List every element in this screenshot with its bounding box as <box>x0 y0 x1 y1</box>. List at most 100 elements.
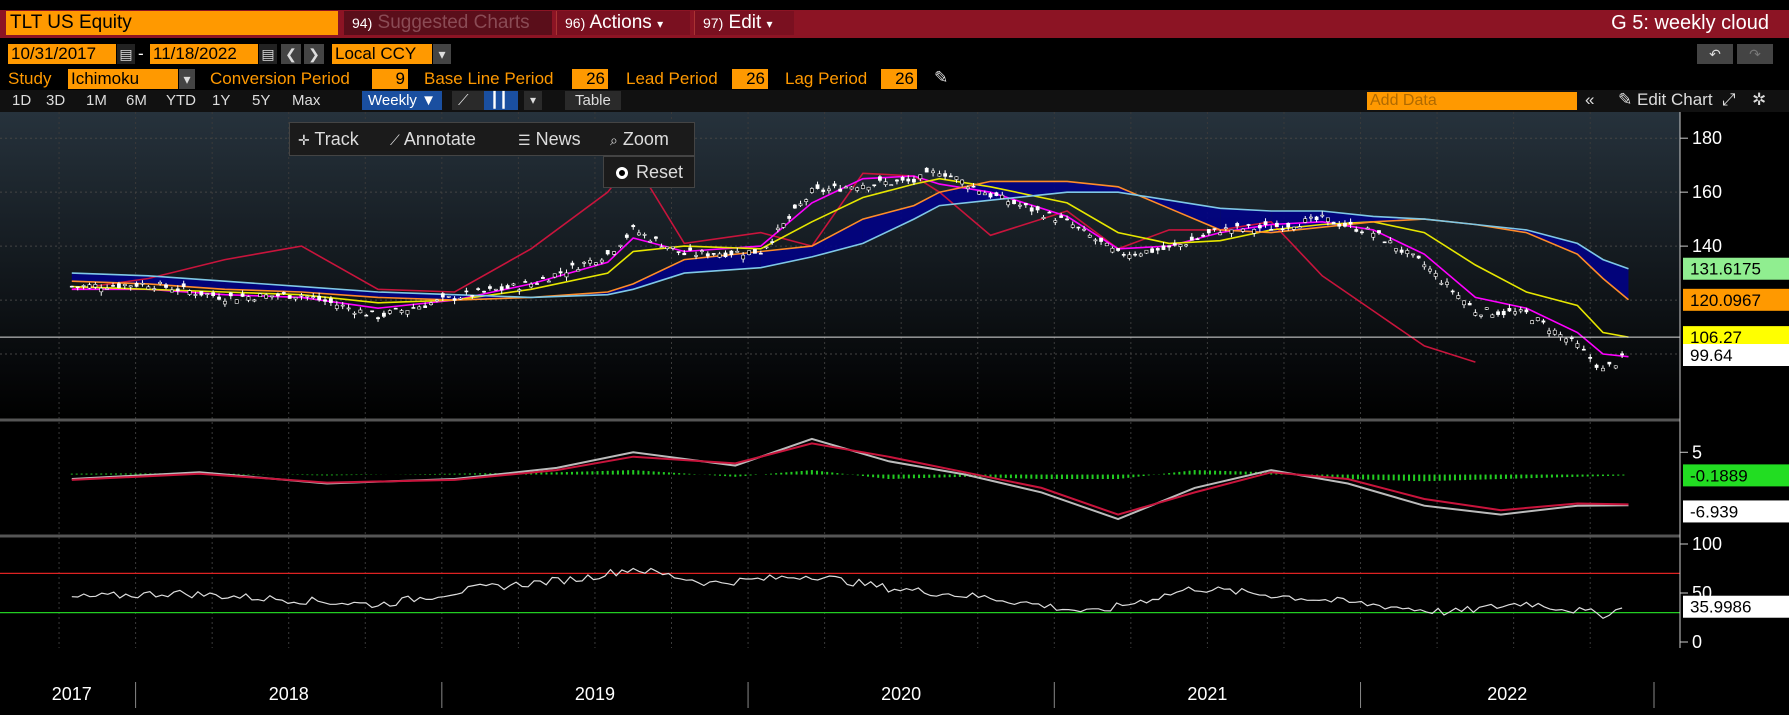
news-button[interactable]: ☰ News <box>518 127 581 151</box>
currency-select[interactable]: Local CCY <box>332 44 432 64</box>
macd-histogram-bar <box>124 473 127 475</box>
price-label: 120.0967 <box>1690 291 1761 310</box>
macd-histogram-bar <box>443 473 446 475</box>
macd-histogram-bar <box>1510 474 1513 479</box>
x-tick-label: 2019 <box>575 684 615 704</box>
macd-histogram-bar <box>1356 474 1359 480</box>
rsi-label: 35.9986 <box>1690 598 1751 617</box>
period-button-max[interactable]: Max <box>286 91 326 110</box>
macd-histogram-bar <box>923 474 926 478</box>
suggested-charts-menu[interactable]: 94) Suggested Charts <box>344 11 552 35</box>
candle-body <box>1535 317 1540 321</box>
pencil-icon[interactable]: ✎ <box>934 68 948 88</box>
candle-body <box>1235 223 1240 227</box>
candle-body <box>1524 309 1529 313</box>
period-button-5y[interactable]: 5Y <box>246 91 276 110</box>
macd-histogram-bar <box>805 470 808 475</box>
table-button[interactable]: Table <box>565 91 621 110</box>
track-button[interactable]: ✛ Track <box>298 127 359 151</box>
zoom-button[interactable]: ⌕ Zoom <box>610 127 669 151</box>
chevron-down-icon[interactable]: ▾ <box>179 69 195 89</box>
candle-body <box>299 294 304 297</box>
ticker-field[interactable]: TLT US Equity <box>6 11 338 35</box>
chart-canvas[interactable]: 1401601805050100 131.6175120.0967106.279… <box>0 112 1789 715</box>
macd-histogram-bar <box>350 474 353 476</box>
redo-icon[interactable]: ↷ <box>1737 44 1773 64</box>
candle-body <box>994 192 999 196</box>
candle-body <box>211 292 216 296</box>
chevron-right-icon[interactable]: ❯ <box>304 44 324 64</box>
chevron-down-icon[interactable]: ▾ <box>433 44 451 64</box>
annotate-button[interactable]: ⟋ Annotate <box>390 127 476 151</box>
actions-menu[interactable]: 96) Actions ▾ <box>556 11 690 35</box>
edit-menu[interactable]: 97) Edit ▾ <box>694 11 794 35</box>
period-button-3d[interactable]: 3D <box>40 91 71 110</box>
double-chevron-left-icon[interactable]: « <box>1585 89 1594 111</box>
period-button-6m[interactable]: 6M <box>120 91 153 110</box>
period-button-1y[interactable]: 1Y <box>206 91 236 110</box>
candle-body <box>906 178 911 182</box>
macd-histogram-bar <box>943 474 946 478</box>
macd-histogram-bar <box>775 473 778 475</box>
x-axis-bg <box>0 650 1789 715</box>
calendar-icon[interactable]: ▤ <box>259 44 277 64</box>
candle-body <box>446 296 451 298</box>
macd-histogram-bar <box>340 474 343 476</box>
study-select[interactable]: Ichimoku <box>68 69 178 89</box>
line-chart-icon[interactable]: ⟋ <box>452 91 486 110</box>
add-data-input[interactable]: Add Data <box>1367 92 1577 110</box>
gear-icon[interactable]: ✲ <box>1752 89 1766 111</box>
macd-histogram-bar <box>1096 474 1099 479</box>
start-date-input[interactable]: 10/31/2017 <box>8 44 116 64</box>
study-row: Study Ichimoku ▾ Conversion Period 9 Bas… <box>0 68 1789 90</box>
candle-body <box>358 309 363 314</box>
reset-button[interactable]: Reset <box>603 156 695 188</box>
base-line-period-input[interactable]: 26 <box>572 69 608 89</box>
macd-histogram-bar <box>718 474 721 476</box>
chevron-down-icon[interactable]: ▾ <box>524 91 543 110</box>
candle-body <box>982 192 987 196</box>
macd-histogram-bar <box>867 474 870 477</box>
period-button-1m[interactable]: 1M <box>80 91 113 110</box>
edit-chart-button[interactable]: ✎ Edit Chart <box>1618 89 1713 111</box>
expand-icon[interactable]: ⤢ <box>1722 89 1736 111</box>
macd-histogram-bar <box>545 472 548 475</box>
rsi-panel-bg <box>0 538 1680 648</box>
candle-body <box>1564 338 1568 343</box>
macd-histogram-bar <box>1392 474 1395 481</box>
lag-period-input[interactable]: 26 <box>881 69 917 89</box>
conversion-period-input[interactable]: 9 <box>372 69 408 89</box>
chevron-left-icon[interactable]: ❮ <box>281 44 301 64</box>
lead-period-input[interactable]: 26 <box>732 69 768 89</box>
candle-body <box>570 262 575 266</box>
period-button-1d[interactable]: 1D <box>6 91 37 110</box>
macd-histogram-bar <box>70 473 73 475</box>
end-date-input[interactable]: 11/18/2022 <box>150 44 258 64</box>
frequency-select[interactable]: Weekly ▼ <box>362 91 442 110</box>
candle-body <box>1070 224 1075 228</box>
macd-histogram-bar <box>1499 474 1502 479</box>
x-axis: 2017 2018 2019 2020 2021 2022 <box>0 650 1789 715</box>
undo-icon[interactable]: ↶ <box>1697 44 1733 64</box>
candle-body <box>1394 248 1398 252</box>
candle-body <box>511 283 516 286</box>
period-button-ytd[interactable]: YTD <box>160 91 202 110</box>
macd-histogram-bar <box>1198 470 1201 475</box>
candle-body <box>826 188 831 191</box>
candle-chart-icon[interactable]: ┃┃ <box>484 91 518 110</box>
macd-histogram-bar <box>438 473 441 475</box>
calendar-icon[interactable]: ▤ <box>117 44 135 64</box>
radio-icon <box>616 167 628 179</box>
macd-histogram-bar <box>85 473 88 475</box>
candle-body <box>87 284 92 289</box>
candle-body <box>517 289 522 292</box>
macd-histogram-bar <box>1408 474 1411 481</box>
macd-label: -0.1889 <box>1690 466 1748 485</box>
candle-body <box>1354 229 1359 232</box>
candle-body <box>264 294 269 299</box>
candle-body <box>69 285 74 288</box>
candle-body <box>1116 248 1120 251</box>
macd-histogram-bar <box>1459 474 1462 481</box>
candle-body <box>334 304 339 309</box>
macd-histogram-bar <box>1525 474 1528 479</box>
